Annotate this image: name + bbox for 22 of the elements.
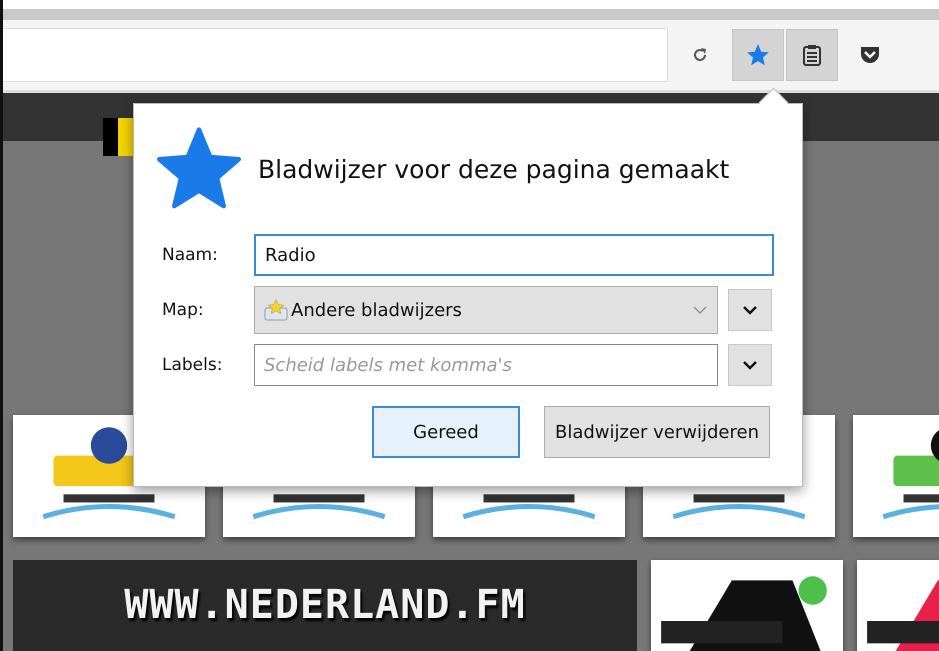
clipboard-icon	[802, 44, 822, 66]
star-icon	[745, 42, 771, 68]
chevron-icon	[742, 360, 758, 370]
expand-button[interactable]	[728, 344, 772, 386]
logo-icon	[103, 118, 133, 156]
reading-list-button[interactable]	[786, 29, 838, 81]
labels-field[interactable]: Scheid labels met komma's	[254, 344, 718, 386]
chevron-icon	[742, 305, 758, 315]
folder-dropdown[interactable]: Andere bladwijzers	[254, 286, 718, 334]
field-label: Labels:	[162, 355, 224, 375]
done-button[interactable]: Gereed	[372, 406, 520, 458]
popup-title: Bladwijzer voor deze pagina gemaakt	[258, 154, 730, 184]
banner-text: WWW.NEDERLAND.FM	[124, 582, 526, 628]
field-label: Naam:	[162, 245, 219, 265]
reload-icon	[691, 46, 709, 64]
chevron-icon	[693, 306, 707, 314]
expand-button[interactable]	[728, 289, 772, 331]
folder-star-icon	[263, 298, 289, 322]
pocket-icon	[859, 45, 881, 65]
remove-bookmark-button[interactable]: Bladwijzer verwijderen	[544, 406, 770, 458]
name-field[interactable]: Radio	[254, 234, 774, 276]
field-label: Map:	[162, 300, 205, 320]
